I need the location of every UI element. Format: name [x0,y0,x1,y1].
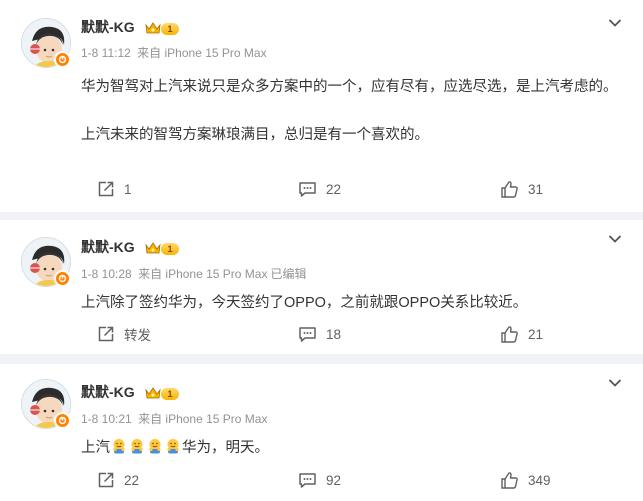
chevron-down-icon[interactable] [608,18,622,28]
username[interactable]: 默默-KG [81,237,135,257]
verified-badge-icon [54,412,71,429]
chevron-down-icon[interactable] [608,378,622,388]
like-button[interactable]: 31 [500,179,543,199]
like-count: 31 [528,181,544,197]
thumbs-up-icon [501,325,518,343]
post-meta: 1-8 10:21 来自 iPhone 15 Pro Max [81,410,270,427]
action-bar: 22 92 349 [0,470,643,490]
repost-count: 22 [124,472,140,488]
post-text-end: 华为，明天。 [182,440,269,456]
level-badge: 1 [161,23,179,35]
post-paragraph: 上汽除了签约华为，今天签约了OPPO，之前就跟OPPO关系比较近。 [81,295,528,311]
crown-icon [145,242,161,254]
comment-icon [299,182,316,197]
action-bar: 1 22 31 [0,179,643,199]
username[interactable]: 默默-KG [81,382,135,402]
comment-button[interactable]: 18 [298,324,341,344]
crown-icon [145,387,161,399]
chevron-down-icon[interactable] [608,234,622,244]
edited-label[interactable]: 已编辑 [270,267,306,281]
post-time[interactable]: 1-8 10:28 [81,267,132,281]
level-badge: 1 [161,243,179,255]
username[interactable]: 默默-KG [81,17,135,37]
hug-emoji [113,439,125,454]
verified-badge-icon [54,51,71,68]
repost-count: 1 [124,181,132,197]
repost-icon [98,326,114,342]
post-meta: 1-8 11:12 来自 iPhone 15 Pro Max [81,44,270,61]
post-content: 华为智驾对上汽来说只是众多方案中的一个，应有尽有，应选尽选，是上汽考虑的。 上汽… [81,75,621,147]
post-source: 来自 iPhone 15 Pro Max [137,46,267,60]
post-content: 上汽 华为，明天。 [81,436,621,460]
post-paragraph: 上汽未来的智驾方案琳琅满目，总归是有一个喜欢的。 [81,127,429,143]
post-source: 来自 iPhone 15 Pro Max [138,267,268,281]
comment-icon [299,327,316,342]
repost-icon [98,181,114,197]
post-paragraph: 上汽 华为，明天。 [81,436,621,460]
like-button[interactable]: 349 [500,470,551,490]
avatar[interactable] [21,18,71,68]
action-bar: 转发 18 21 [0,324,643,344]
repost-label: 转发 [124,328,151,343]
comment-count: 92 [326,472,342,488]
hug-emoji [131,439,143,454]
post-card: 默默-KG 1 1-8 10:28 来自 iPhone 15 Pro Max 已编… [0,220,643,354]
repost-button[interactable]: 转发 [97,324,151,344]
comment-button[interactable]: 92 [298,470,341,490]
hug-emoji [149,439,161,454]
crown-icon [145,22,161,34]
like-count: 21 [528,326,544,342]
post-paragraph: 华为智驾对上汽来说只是众多方案中的一个，应有尽有，应选尽选，是上汽考虑的。 [81,79,618,95]
emoji-row [110,439,182,456]
repost-button[interactable]: 1 [97,179,132,199]
comment-button[interactable]: 22 [298,179,341,199]
like-button[interactable]: 21 [500,324,543,344]
hug-emoji [167,439,179,454]
repost-button[interactable]: 22 [97,470,139,490]
avatar[interactable] [21,237,71,287]
avatar[interactable] [21,379,71,429]
comment-count: 18 [326,326,342,342]
post-card: 默默-KG 1 1-8 11:12 来自 iPhone 15 Pro Max 华… [0,0,643,212]
comment-icon [299,473,316,488]
post-card: 默默-KG 1 1-8 10:21 来自 iPhone 15 Pro Max 上… [0,364,643,501]
verified-badge-icon [54,270,71,287]
weibo-feed: 默默-KG 1 1-8 11:12 来自 iPhone 15 Pro Max 华… [0,0,643,501]
comment-count: 22 [326,181,342,197]
post-content: 上汽除了签约华为，今天签约了OPPO，之前就跟OPPO关系比较近。 [81,291,621,315]
post-source: 来自 iPhone 15 Pro Max [138,412,268,426]
post-text-start: 上汽 [81,440,110,456]
post-time[interactable]: 1-8 11:12 [81,46,131,60]
post-meta: 1-8 10:28 来自 iPhone 15 Pro Max 已编辑 [81,265,309,282]
thumbs-up-icon [501,471,518,489]
post-time[interactable]: 1-8 10:21 [81,412,132,426]
thumbs-up-icon [501,180,518,198]
level-badge: 1 [161,388,179,400]
repost-icon [98,472,114,488]
like-count: 349 [528,472,551,488]
